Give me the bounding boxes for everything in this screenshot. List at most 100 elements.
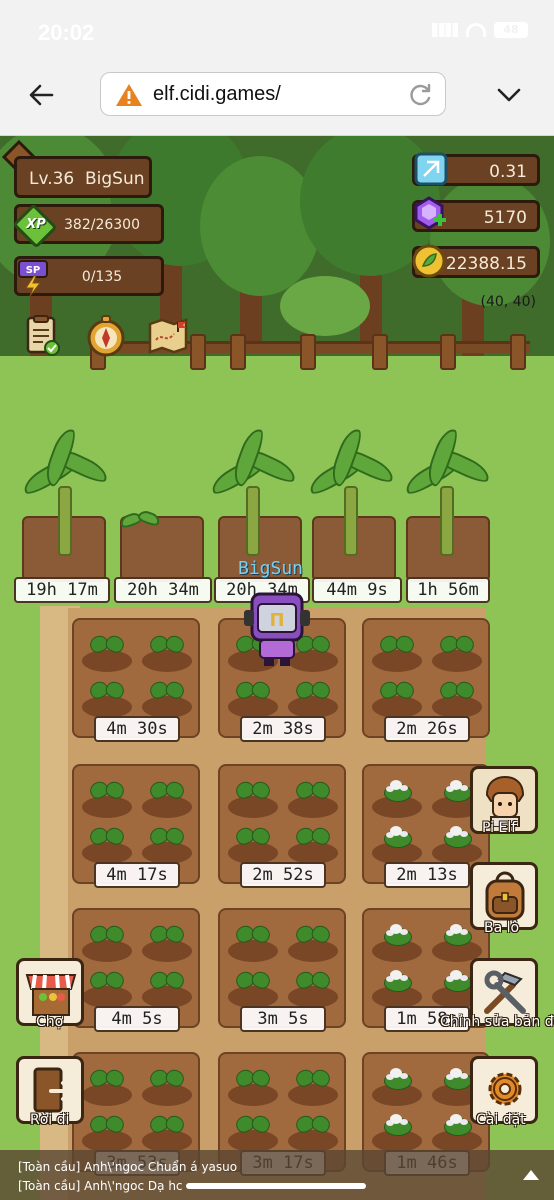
signal-icon bbox=[432, 23, 458, 37]
warning-icon[interactable] bbox=[115, 82, 143, 108]
crop-sprout bbox=[380, 680, 414, 702]
banana-sprout bbox=[118, 506, 168, 556]
crop-sprout bbox=[296, 1114, 330, 1136]
crop-timer: 2m 13s bbox=[384, 862, 470, 888]
chat-text: Chuẩn á yasuo bbox=[147, 1160, 238, 1174]
backpack-icon bbox=[485, 871, 525, 921]
crop-sprout bbox=[90, 680, 124, 702]
fence-post bbox=[510, 334, 526, 370]
sp-lightning-icon: SP bbox=[18, 260, 48, 296]
coin-icon bbox=[412, 244, 446, 278]
flowering-crop bbox=[440, 1114, 474, 1136]
edit-land-label: Chỉnh sửa bản đồ bbox=[440, 1014, 554, 1030]
crop-sprout bbox=[150, 1068, 184, 1090]
crop-sprout bbox=[236, 826, 270, 848]
game-canvas[interactable]: 19h 17m 20h 34m 20h 34m 44m 9s 1h 56m 4m… bbox=[0, 136, 554, 1200]
player-level-panel: Lv.36 BigSun bbox=[14, 156, 152, 198]
status-bar: 20:02 48 bbox=[0, 0, 554, 60]
map-coordinates: (40, 40) bbox=[480, 294, 536, 310]
map-icon[interactable] bbox=[146, 314, 190, 358]
crop-sprout bbox=[150, 680, 184, 702]
back-arrow-icon[interactable] bbox=[26, 80, 56, 110]
player-name: BigSun bbox=[85, 169, 145, 189]
banana-tree bbox=[305, 425, 397, 556]
flowering-crop bbox=[380, 970, 414, 992]
crop-sprout bbox=[90, 780, 124, 802]
fence-post bbox=[440, 334, 456, 370]
crop-timer: 4m 5s bbox=[94, 1006, 180, 1032]
banana-timer: 1h 56m bbox=[406, 577, 490, 603]
gem-icon[interactable] bbox=[412, 196, 446, 230]
exit-door-icon bbox=[33, 1067, 74, 1113]
compass-icon[interactable] bbox=[84, 314, 128, 358]
chat-user: Anh\'ngoc bbox=[84, 1179, 145, 1193]
crop-sprout bbox=[150, 924, 184, 946]
crop-sprout bbox=[236, 1068, 270, 1090]
banana-tree bbox=[19, 425, 111, 556]
url-text: elf.cidi.games/ bbox=[153, 83, 281, 105]
flowering-crop bbox=[440, 826, 474, 848]
crop-sprout bbox=[150, 826, 184, 848]
reload-icon[interactable] bbox=[407, 82, 433, 108]
chat-user: Anh\'ngoc bbox=[84, 1160, 145, 1174]
crop-sprout bbox=[90, 634, 124, 656]
player-avatar[interactable]: Π bbox=[240, 588, 314, 668]
chat-toggle-icon[interactable] bbox=[520, 1164, 542, 1186]
settings-label: Cài đặt bbox=[476, 1112, 526, 1128]
flowering-crop bbox=[440, 924, 474, 946]
chevron-down-icon[interactable] bbox=[494, 80, 524, 110]
tools-icon bbox=[484, 970, 526, 1014]
gem-value: 5170 bbox=[483, 208, 527, 228]
global-chat[interactable]: [Toàn cầu] Anh\'ngoc Chuẩn á yasuo [Toàn… bbox=[0, 1150, 554, 1200]
chat-message: [Toàn cầu] Anh\'ngoc Dạ hc bbox=[18, 1179, 183, 1193]
crop-sprout bbox=[440, 634, 474, 656]
chat-channel: [Toàn cầu] bbox=[18, 1160, 81, 1174]
crop-sprout bbox=[90, 1114, 124, 1136]
flowering-crop bbox=[380, 826, 414, 848]
fence-post bbox=[190, 334, 206, 370]
crop-sprout bbox=[296, 780, 330, 802]
status-time: 20:02 bbox=[38, 20, 95, 45]
banana-tree bbox=[401, 425, 493, 556]
leave-label: Rời đi bbox=[30, 1112, 70, 1128]
banana-timer: 44m 9s bbox=[312, 577, 402, 603]
crop-sprout bbox=[296, 924, 330, 946]
flowering-crop bbox=[380, 924, 414, 946]
crop-sprout bbox=[236, 924, 270, 946]
address-bar[interactable]: elf.cidi.games/ bbox=[100, 72, 446, 116]
coin-value: 22388.15 bbox=[445, 254, 527, 274]
gear-icon bbox=[488, 1072, 522, 1106]
crop-sprout bbox=[150, 634, 184, 656]
fence-post bbox=[372, 334, 388, 370]
crop-timer: 2m 38s bbox=[240, 716, 326, 742]
fence-post bbox=[230, 334, 246, 370]
browser-toolbar: elf.cidi.games/ bbox=[0, 60, 554, 136]
crystal-icon bbox=[414, 152, 448, 186]
quest-icon[interactable] bbox=[20, 314, 64, 358]
crop-sprout bbox=[296, 970, 330, 992]
banana-tree bbox=[207, 425, 299, 556]
crop-sprout bbox=[90, 970, 124, 992]
crop-timer: 3m 5s bbox=[240, 1006, 326, 1032]
banana-timer: 20h 34m bbox=[114, 577, 212, 603]
crop-sprout bbox=[296, 680, 330, 702]
banana-timer: 19h 17m bbox=[14, 577, 110, 603]
xp-value: 382/26300 bbox=[64, 217, 140, 233]
crop-sprout bbox=[380, 634, 414, 656]
svg-text:Π: Π bbox=[269, 610, 284, 631]
flowering-crop bbox=[440, 970, 474, 992]
player-level: Lv.36 bbox=[29, 169, 75, 189]
chat-text: Dạ hc bbox=[147, 1179, 183, 1193]
crop-sprout bbox=[296, 1068, 330, 1090]
crop-sprout bbox=[236, 680, 270, 702]
battery-icon: 48 bbox=[494, 22, 528, 38]
crop-sprout bbox=[90, 826, 124, 848]
xp-badge-label: XP bbox=[26, 217, 46, 232]
crop-sprout bbox=[236, 780, 270, 802]
market-stall-icon bbox=[25, 974, 77, 1016]
crop-timer: 4m 17s bbox=[94, 862, 180, 888]
crop-sprout bbox=[236, 970, 270, 992]
flowering-crop bbox=[380, 780, 414, 802]
flowering-crop bbox=[380, 1068, 414, 1090]
fence-post bbox=[300, 334, 316, 370]
